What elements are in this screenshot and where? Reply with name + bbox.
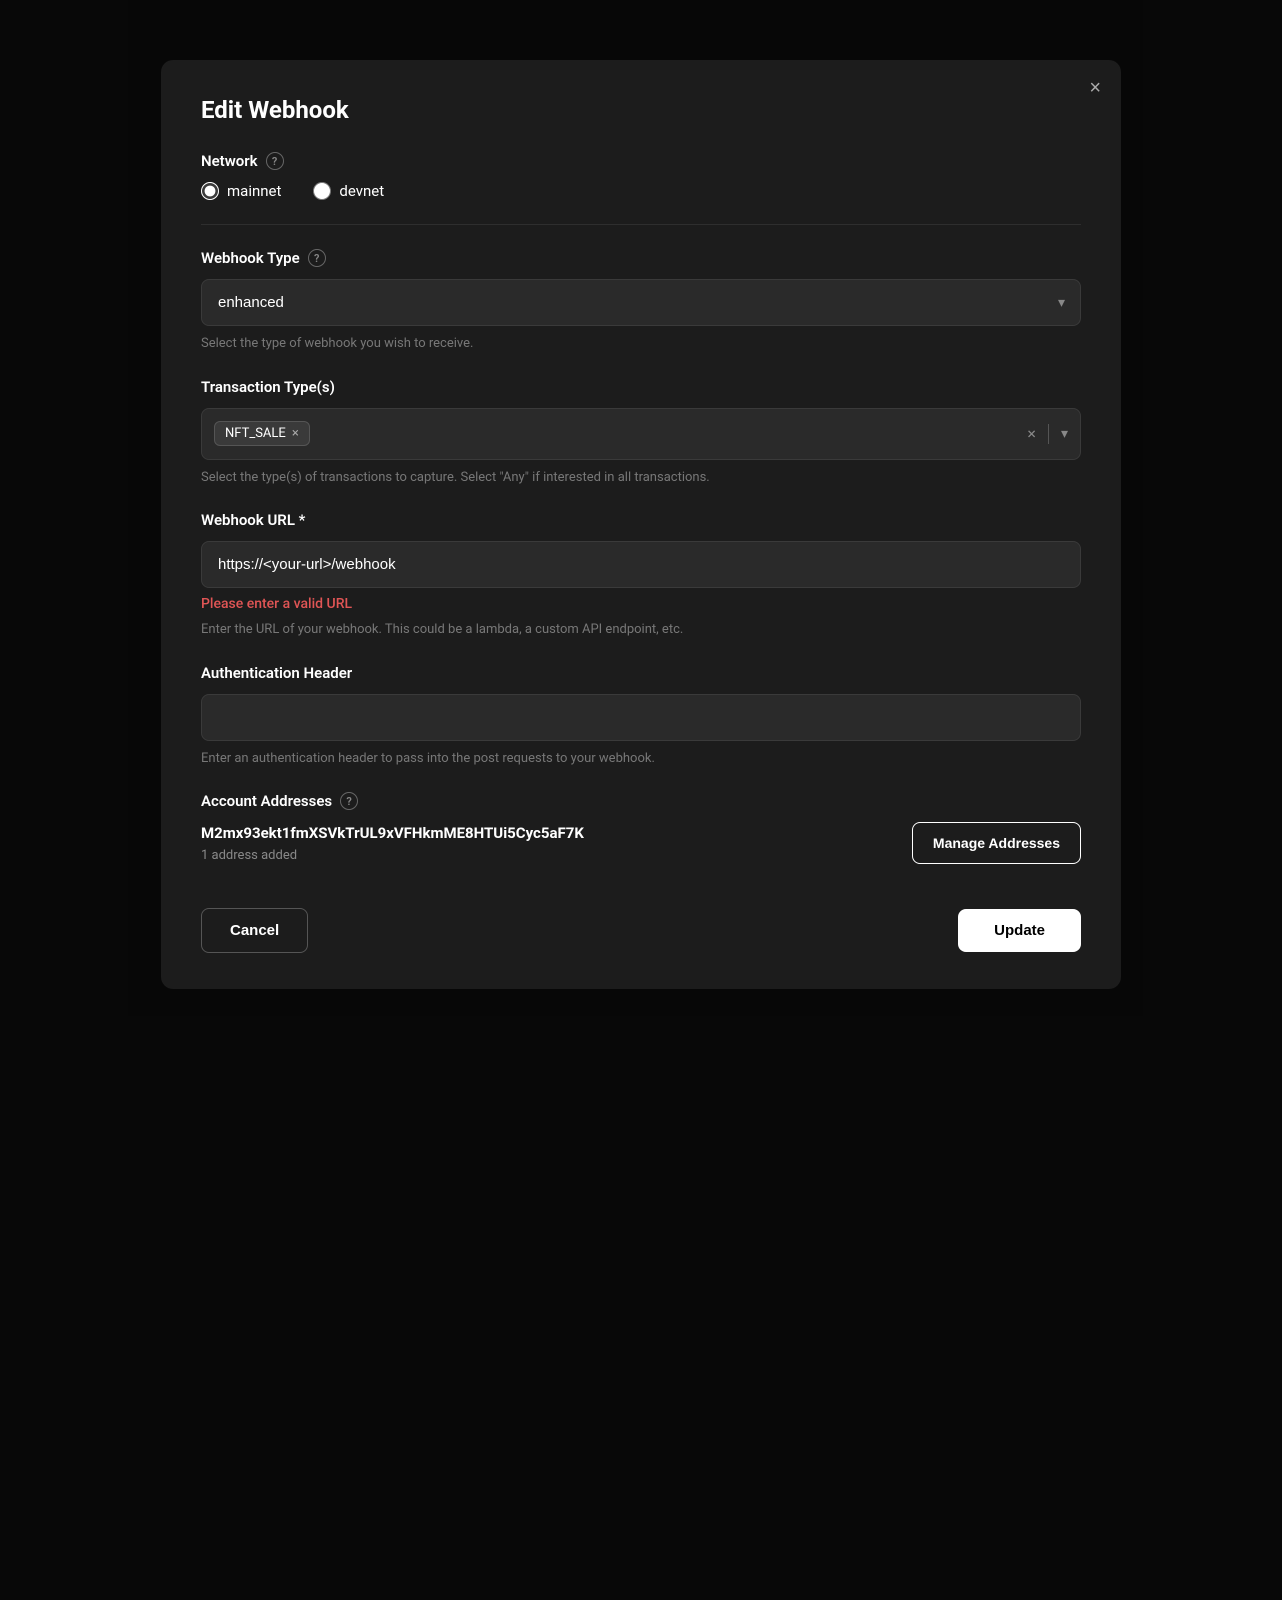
auth-header-label: Authentication Header — [201, 664, 1081, 682]
mainnet-option[interactable]: mainnet — [201, 182, 281, 200]
network-help-icon[interactable]: ? — [266, 152, 284, 170]
devnet-label: devnet — [339, 182, 384, 200]
auth-header-section: Authentication Header Enter an authentic… — [201, 664, 1081, 769]
account-count: 1 address added — [201, 848, 896, 863]
account-addresses-label: Account Addresses ? — [201, 792, 1081, 810]
account-info: M2mx93ekt1fmXSVkTrUL9xVFHkmME8HTUi5Cyc5a… — [201, 823, 896, 863]
network-section: Network ? mainnet devnet — [201, 152, 1081, 200]
transaction-types-label: Transaction Type(s) — [201, 378, 1081, 396]
divider-1 — [201, 224, 1081, 225]
edit-webhook-modal: × Edit Webhook Network ? mainnet devnet — [161, 60, 1121, 989]
nft-sale-tag-label: NFT_SALE — [225, 426, 286, 441]
devnet-radio[interactable] — [313, 182, 331, 200]
webhook-url-label: Webhook URL * — [201, 511, 1081, 529]
webhook-url-error: Please enter a valid URL — [201, 596, 1081, 612]
tags-clear-icon[interactable]: × — [1027, 424, 1036, 443]
nft-sale-tag-remove[interactable]: × — [292, 427, 299, 440]
modal-overlay: × Edit Webhook Network ? mainnet devnet — [0, 0, 1282, 1600]
webhook-type-label: Webhook Type ? — [201, 249, 1081, 267]
account-addresses-section: Account Addresses ? M2mx93ekt1fmXSVkTrUL… — [201, 792, 1081, 864]
account-row: M2mx93ekt1fmXSVkTrUL9xVFHkmME8HTUi5Cyc5a… — [201, 822, 1081, 864]
webhook-url-hint: Enter the URL of your webhook. This coul… — [201, 620, 1081, 640]
tags-divider — [1048, 424, 1049, 444]
webhook-url-section: Webhook URL * Please enter a valid URL E… — [201, 511, 1081, 640]
close-button[interactable]: × — [1089, 78, 1101, 98]
cancel-button[interactable]: Cancel — [201, 908, 308, 953]
nft-sale-tag: NFT_SALE × — [214, 421, 310, 446]
transaction-types-hint: Select the type(s) of transactions to ca… — [201, 468, 1081, 488]
modal-footer: Cancel Update — [201, 900, 1081, 953]
webhook-type-help-icon[interactable]: ? — [308, 249, 326, 267]
mainnet-label: mainnet — [227, 182, 281, 200]
auth-header-input[interactable] — [201, 694, 1081, 741]
account-addresses-help-icon[interactable]: ? — [340, 792, 358, 810]
manage-addresses-button[interactable]: Manage Addresses — [912, 822, 1081, 864]
webhook-type-section: Webhook Type ? enhanced raw discord ▾ Se… — [201, 249, 1081, 354]
update-button[interactable]: Update — [958, 909, 1081, 952]
transaction-types-section: Transaction Type(s) NFT_SALE × × ▾ Selec… — [201, 378, 1081, 488]
devnet-option[interactable]: devnet — [313, 182, 384, 200]
network-radio-group: mainnet devnet — [201, 182, 1081, 200]
tags-dropdown-icon[interactable]: ▾ — [1061, 426, 1068, 442]
transaction-types-input[interactable]: NFT_SALE × × ▾ — [201, 408, 1081, 460]
webhook-type-hint: Select the type of webhook you wish to r… — [201, 334, 1081, 354]
webhook-url-input[interactable] — [201, 541, 1081, 588]
tags-actions: × ▾ — [1027, 424, 1068, 444]
modal-title: Edit Webhook — [201, 96, 1081, 124]
auth-header-hint: Enter an authentication header to pass i… — [201, 749, 1081, 769]
account-address: M2mx93ekt1fmXSVkTrUL9xVFHkmME8HTUi5Cyc5a… — [201, 823, 896, 844]
webhook-type-select[interactable]: enhanced raw discord — [201, 279, 1081, 326]
webhook-type-select-wrapper: enhanced raw discord ▾ — [201, 279, 1081, 326]
network-label: Network ? — [201, 152, 1081, 170]
mainnet-radio[interactable] — [201, 182, 219, 200]
